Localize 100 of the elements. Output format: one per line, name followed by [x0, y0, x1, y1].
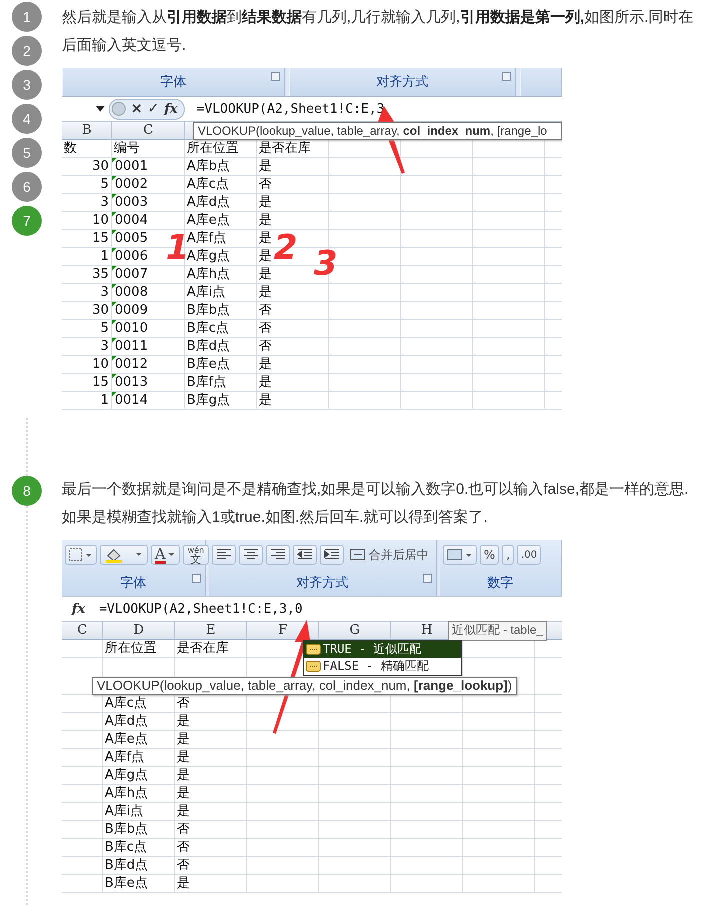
corner-mark-icon — [112, 374, 117, 379]
table-cell-text: 否 — [258, 338, 272, 356]
table-cell-text: 否 — [176, 839, 190, 857]
table-cell-text: 是 — [258, 356, 272, 374]
borders-icon — [69, 548, 93, 562]
table-cell-text: 15 — [91, 374, 110, 392]
table-cell-text: 是 — [258, 374, 272, 392]
dialog-launcher-icon[interactable] — [270, 72, 280, 81]
table-cell-text: A库e点 — [104, 731, 148, 749]
dialog-launcher-icon[interactable] — [192, 574, 201, 583]
table-cell: 0001 — [115, 159, 148, 174]
font-color-button[interactable]: A — [151, 545, 180, 565]
table-cell-text: B库f点 — [186, 374, 226, 392]
table-cell: 0004 — [115, 213, 148, 228]
align-center-button[interactable] — [239, 545, 263, 565]
table-cell-text: 是 — [176, 875, 190, 893]
column-header[interactable]: C — [62, 622, 103, 639]
increase-indent-button[interactable] — [320, 545, 344, 565]
number-format-button[interactable] — [443, 545, 478, 565]
table-cell-text: 3 — [100, 284, 110, 302]
increase-decimal-button[interactable]: .00 — [517, 545, 542, 565]
function-icon — [306, 644, 321, 655]
table-cell-text: 5 — [100, 176, 110, 194]
formula-input[interactable]: =VLOOKUP(A2,Sheet1!C:E,3 — [196, 102, 385, 116]
fill-color-button[interactable] — [100, 545, 148, 565]
align-left-icon — [216, 549, 232, 561]
table-cell-text: A库i点 — [104, 803, 144, 821]
table-cell-text: 是 — [258, 230, 272, 248]
corner-mark-icon — [112, 338, 117, 343]
table-cell: 0005 — [115, 231, 148, 246]
table-cell-text: A库g点 — [104, 767, 148, 785]
step-text: 然后就是输入从引用数据到结果数据有几列,几行就输入几列,引用数据是第一列,如图所示.同时在后面输入英文逗号. — [62, 8, 695, 56]
table-cell-text: 否 — [176, 695, 190, 713]
comma-button[interactable]: , — [502, 545, 514, 565]
decrease-indent-icon — [297, 549, 313, 561]
corner-mark-icon — [112, 230, 117, 235]
hint-tooltip: 近似匹配 - table_ — [448, 621, 548, 641]
table-cell-text: A库d点 — [104, 713, 148, 731]
align-right-button[interactable] — [266, 545, 290, 565]
autocomplete-item[interactable]: FALSE - 精确匹配 — [304, 658, 461, 675]
align-center-icon — [243, 549, 259, 561]
dropdown-icon[interactable] — [96, 106, 105, 112]
formula-input[interactable]: =VLOOKUP(A2,Sheet1!C:E,3,0 — [99, 602, 303, 616]
table-cell-text: A库b点 — [186, 158, 230, 176]
column-header[interactable]: B — [62, 122, 112, 139]
dialog-launcher-icon[interactable] — [502, 72, 512, 81]
cancel-button[interactable]: × — [131, 101, 143, 117]
table-cell-text: B库c点 — [186, 320, 230, 338]
table-cell-text: 30 — [91, 302, 110, 320]
corner-mark-icon — [112, 212, 117, 217]
insert-function-button[interactable]: fx — [72, 602, 86, 616]
paint-bucket-icon — [104, 547, 144, 563]
enter-button[interactable]: ✓ — [148, 101, 160, 117]
caret-icon — [168, 553, 176, 557]
group-label: 对齐方式 — [296, 575, 349, 592]
table-cell-text: 是 — [176, 785, 190, 803]
table-cell: 0011 — [115, 339, 148, 354]
merge-center-button[interactable]: 合并后居中 — [347, 545, 432, 565]
table-cell-text: B库b点 — [104, 821, 148, 839]
table-cell-text: 是 — [258, 266, 272, 284]
table-cell-text: B库d点 — [186, 338, 230, 356]
align-right-icon — [270, 549, 286, 561]
dialog-launcher-icon[interactable] — [423, 574, 432, 583]
group-label: 字体 — [120, 575, 146, 592]
corner-mark-icon — [112, 284, 117, 289]
table-cell: 0008 — [115, 285, 148, 300]
align-left-button[interactable] — [212, 545, 236, 565]
borders-button[interactable] — [65, 545, 97, 565]
column-header[interactable]: E — [175, 622, 247, 639]
table-cell: 0002 — [115, 177, 148, 192]
table-cell-text: A库g点 — [186, 248, 230, 266]
table-cell-text: A库h点 — [186, 266, 230, 284]
table-cell: 0012 — [115, 357, 148, 372]
decrease-indent-button[interactable] — [293, 545, 317, 565]
table-cell-text: 否 — [258, 302, 272, 320]
column-header[interactable]: F — [247, 622, 319, 639]
table-cell-text: B库e点 — [104, 875, 148, 893]
table-cell-text: A库d点 — [186, 194, 230, 212]
table-cell-text: A库e点 — [186, 212, 230, 230]
percent-button[interactable]: % — [480, 545, 500, 565]
insert-function-button[interactable]: fx — [164, 102, 178, 116]
table-cell-text: 1 — [100, 392, 110, 410]
column-header[interactable]: C — [112, 122, 185, 139]
function-tooltip: VLOOKUP(lookup_value, table_array, col_index_num, [range_lookup]) — [92, 677, 518, 695]
phonetic-button[interactable]: wén 文 — [182, 545, 210, 565]
column-header[interactable]: D — [103, 622, 175, 639]
table-cell: 0006 — [115, 249, 148, 264]
function-tooltip: VLOOKUP(lookup_value, table_array, col_index_num, [range_lo — [193, 122, 562, 140]
table-cell-text: 10 — [91, 212, 110, 230]
table-cell-text: A库c点 — [186, 176, 230, 194]
table-cell-text: 是 — [176, 767, 190, 785]
table-cell: 0009 — [115, 303, 148, 318]
table-cell-text: A库i点 — [186, 284, 226, 302]
autocomplete-item[interactable]: TRUE - 近似匹配 — [304, 641, 461, 658]
table-cell-text: 是 — [176, 803, 190, 821]
number-format-icon — [447, 548, 474, 562]
table-cell-text: 否 — [176, 857, 190, 875]
table-cell-text: 是 — [258, 158, 272, 176]
table-cell-text: 是否在库 — [176, 640, 229, 658]
column-header[interactable]: G — [319, 622, 391, 639]
